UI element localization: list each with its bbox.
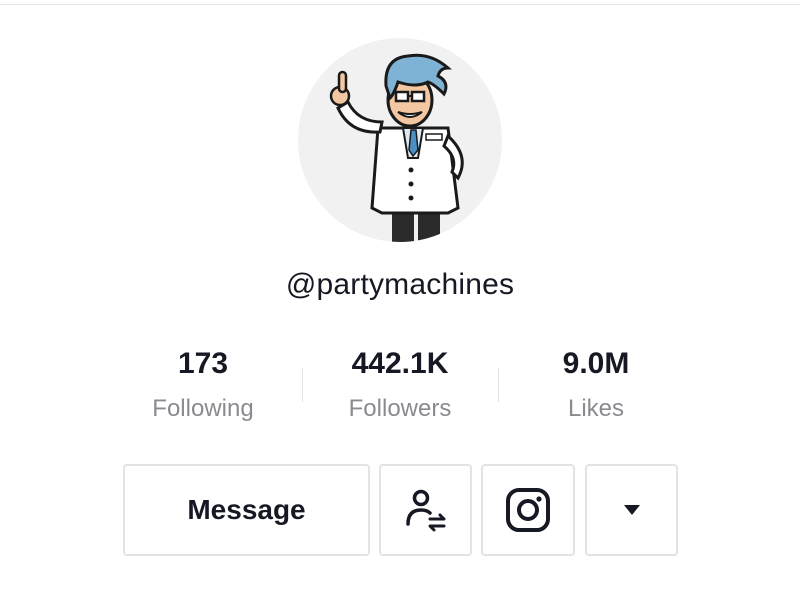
caret-down-icon xyxy=(623,505,640,515)
stat-divider xyxy=(498,368,499,402)
instagram-icon xyxy=(506,488,550,532)
stat-likes: 9.0M Likes xyxy=(506,344,686,424)
followers-count: 442.1K xyxy=(351,347,449,380)
following-count: 173 xyxy=(177,347,229,380)
profile-avatar[interactable] xyxy=(298,38,502,242)
instagram-button[interactable] xyxy=(481,464,575,556)
stat-followers[interactable]: 442.1K Followers xyxy=(310,344,490,424)
likes-label: Likes xyxy=(567,395,625,422)
stat-divider xyxy=(302,368,303,402)
top-divider xyxy=(0,4,800,5)
person-swap-icon xyxy=(405,489,445,532)
message-button[interactable]: Message xyxy=(123,464,370,556)
follow-toggle-button[interactable] xyxy=(379,464,472,556)
likes-count: 9.0M xyxy=(562,347,630,380)
more-options-button[interactable] xyxy=(585,464,678,556)
profile-username: @partymachines xyxy=(285,268,515,301)
cartoon-scientist-avatar-icon xyxy=(329,53,464,242)
message-button-label: Message xyxy=(187,494,306,525)
stat-following[interactable]: 173 Following xyxy=(113,344,293,424)
followers-label: Followers xyxy=(348,395,452,422)
following-label: Following xyxy=(152,395,254,422)
